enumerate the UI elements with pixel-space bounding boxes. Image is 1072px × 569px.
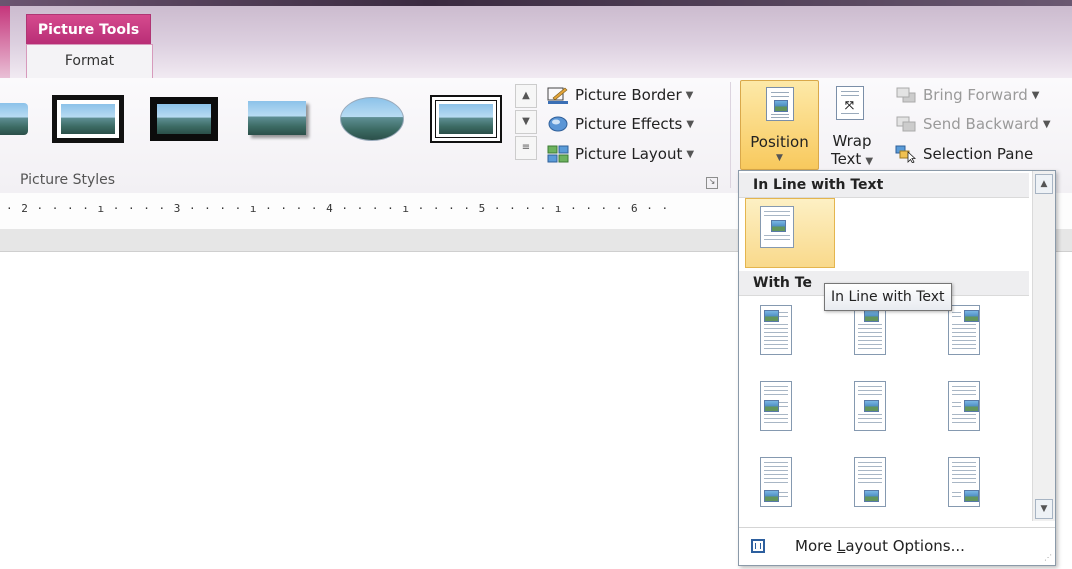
picture-effects-button[interactable]: Picture Effects ▼ (547, 115, 694, 133)
position-option-bottom-left[interactable] (751, 451, 801, 513)
gallery-scroll-controls: ▲ ▼ ≡ (513, 82, 537, 162)
tooltip: In Line with Text (824, 283, 952, 311)
gallery-down-icon[interactable]: ▼ (515, 110, 537, 134)
position-option-inline[interactable] (745, 198, 835, 268)
more-layout-options-icon (751, 539, 765, 553)
picture-effects-label: Picture Effects (575, 115, 683, 133)
send-backward-button[interactable]: Send Backward ▼ (895, 115, 1051, 133)
wrap-text-line2-row: Text ▼ (824, 150, 880, 168)
send-backward-icon (895, 115, 917, 133)
picture-style-thumbnail[interactable] (150, 95, 218, 143)
wrap-text-line1: Wrap (832, 132, 872, 150)
wrap-text-button[interactable]: ⤧ Wrap Text ▼ (824, 80, 880, 170)
dropdown-scrollbar[interactable]: ▲ ▼ (1032, 171, 1055, 521)
chevron-down-icon: ▼ (685, 89, 694, 101)
group-separator (730, 82, 731, 188)
picture-style-thumbnail[interactable] (52, 95, 124, 143)
gallery-more-icon[interactable]: ≡ (515, 136, 537, 160)
selection-pane-icon (895, 145, 917, 164)
position-option-middle-left[interactable] (751, 375, 801, 437)
chevron-down-icon: ▼ (1042, 118, 1051, 130)
more-layout-options-button[interactable]: More Layout Options... (739, 527, 1055, 564)
picture-style-thumbnail[interactable] (246, 95, 310, 143)
picture-layout-label: Picture Layout (575, 145, 683, 163)
picture-layout-icon (547, 145, 569, 163)
send-backward-label: Send Backward (923, 115, 1039, 133)
tab-format[interactable]: Format (26, 44, 153, 78)
gallery-up-icon[interactable]: ▲ (515, 84, 537, 108)
position-option-middle-right[interactable] (939, 375, 989, 437)
picture-style-thumbnail[interactable] (338, 95, 404, 143)
position-option-bottom-right[interactable] (939, 451, 989, 513)
chevron-down-icon: ▼ (686, 148, 695, 160)
bring-forward-label: Bring Forward (923, 86, 1028, 104)
picture-border-label: Picture Border (575, 86, 682, 104)
title-bar (0, 0, 1072, 79)
position-option-top-left[interactable] (751, 299, 801, 361)
picture-style-thumbnail[interactable] (430, 95, 502, 143)
context-tab-edge (0, 6, 10, 78)
scroll-up-icon[interactable]: ▲ (1035, 174, 1053, 194)
position-label: Position (750, 133, 809, 151)
ruler-marks: · 2 · · · · ı · · · · 3 · · · · ı · · · … (6, 202, 670, 215)
chevron-down-icon: ▼ (686, 118, 695, 130)
position-icon (766, 87, 794, 121)
picture-effects-icon (547, 115, 569, 133)
picture-layout-button[interactable]: Picture Layout ▼ (547, 145, 694, 163)
wrap-text-line2: Text (830, 150, 862, 168)
chevron-down-icon: ▼ (776, 153, 783, 163)
window-top-border (0, 0, 1072, 6)
position-option-bottom-center[interactable] (845, 451, 895, 513)
chevron-down-icon: ▼ (1031, 89, 1040, 101)
picture-border-button[interactable]: Picture Border ▼ (547, 86, 693, 104)
wrap-text-icon: ⤧ (836, 86, 864, 120)
more-layout-options-label: More Layout Options... (795, 537, 965, 555)
position-option-middle-center[interactable] (845, 375, 895, 437)
dialog-launcher-icon[interactable]: ↘ (706, 177, 718, 189)
picture-styles-group-label: Picture Styles (20, 172, 116, 188)
position-dropdown: In Line with Text With Te ▲ ▼ More Layou… (738, 170, 1056, 566)
selection-pane-button[interactable]: Selection Pane (895, 145, 1034, 164)
scroll-down-icon[interactable]: ▼ (1035, 499, 1053, 519)
more-label-suffix: ayout Options... (845, 537, 965, 555)
position-button[interactable]: Position ▼ (740, 80, 819, 170)
picture-style-thumbnail[interactable] (0, 95, 30, 143)
more-label-prefix: More (795, 537, 837, 555)
bring-forward-button[interactable]: Bring Forward ▼ (895, 86, 1039, 104)
picture-border-icon (547, 86, 569, 104)
resize-grip-icon[interactable]: ⋰ (1044, 553, 1052, 562)
picture-tools-context-label: Picture Tools (26, 14, 151, 44)
selection-pane-label: Selection Pane (923, 145, 1034, 163)
chevron-down-icon: ▼ (865, 156, 874, 167)
bring-forward-icon (895, 86, 917, 104)
section-inline-with-text: In Line with Text (739, 173, 1029, 198)
